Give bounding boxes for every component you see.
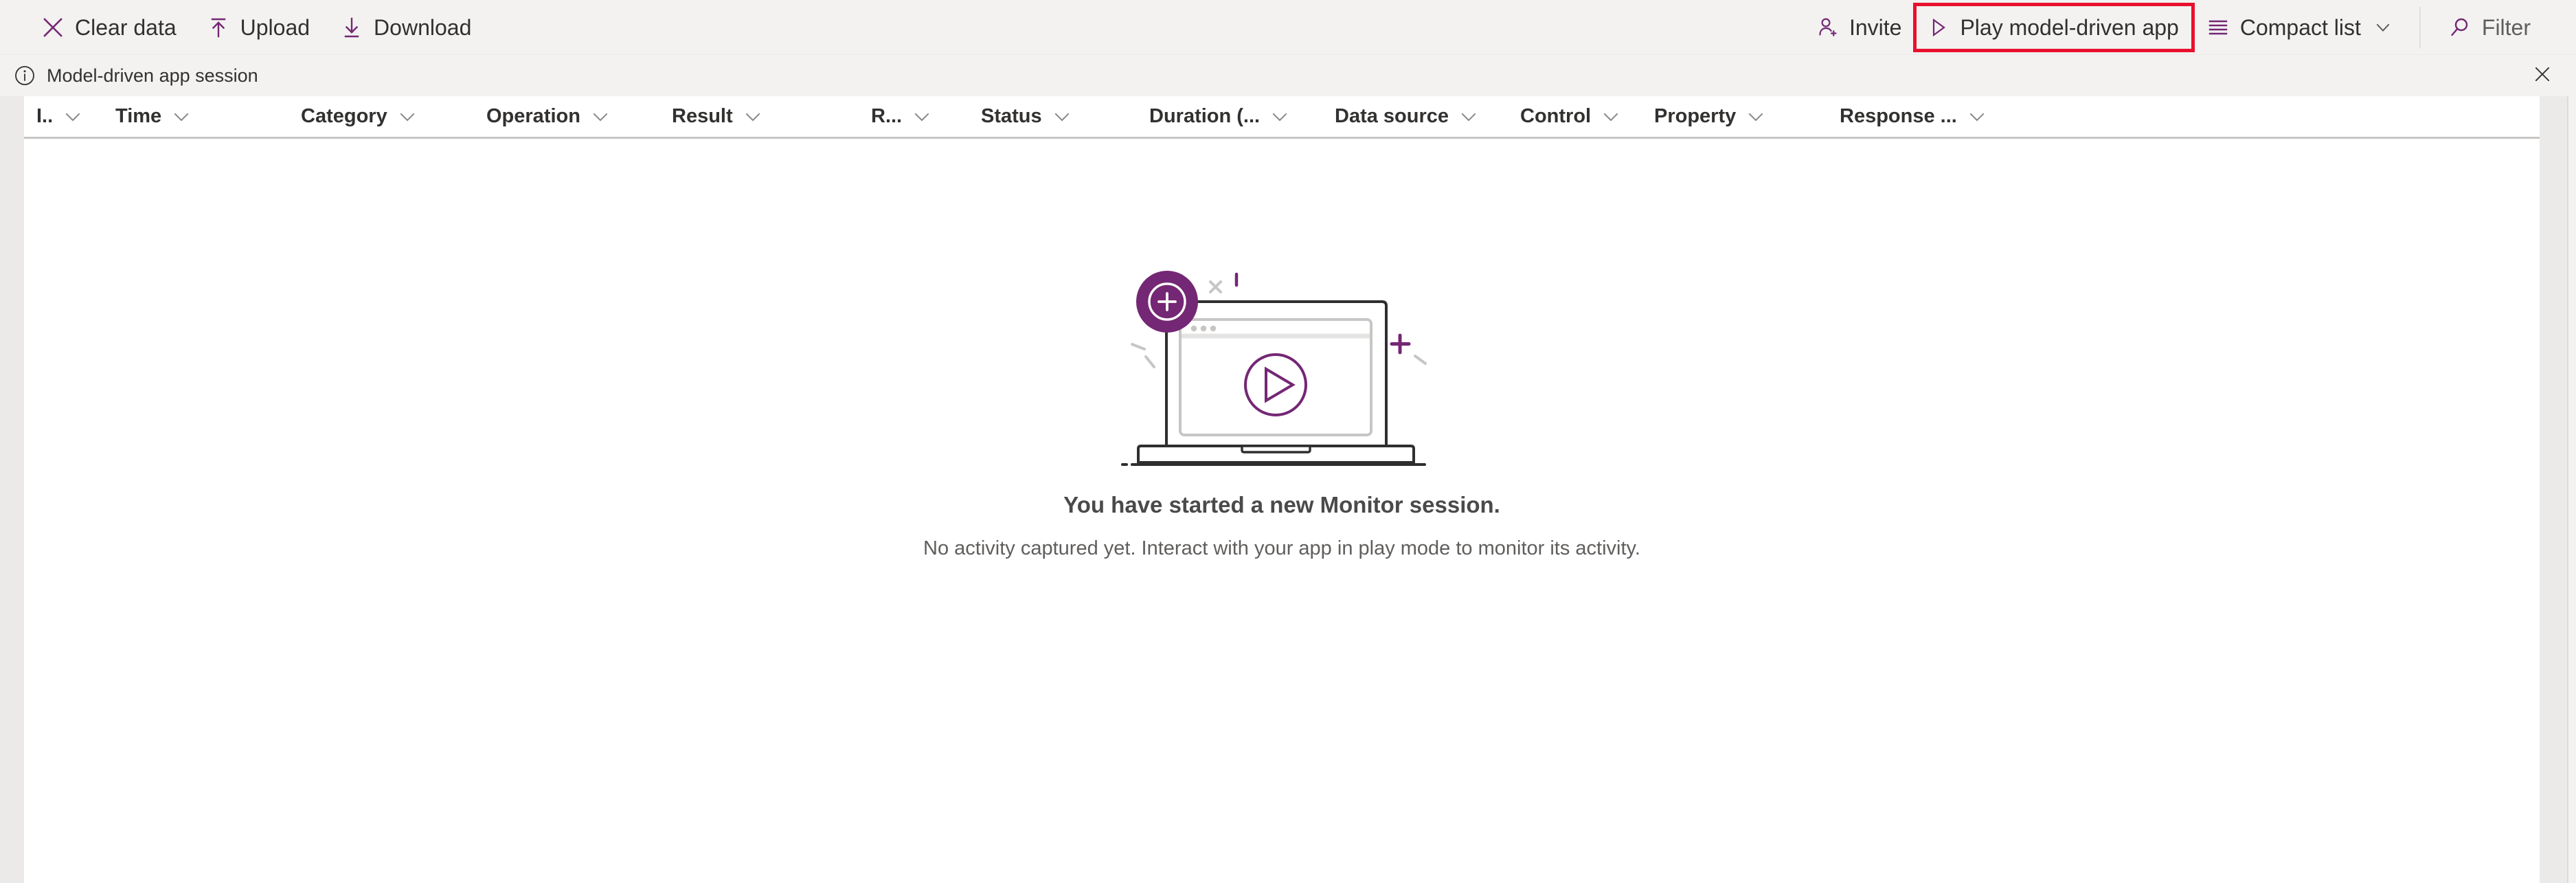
empty-state: You have started a new Monitor session. … bbox=[24, 139, 2540, 883]
grid-column-header[interactable]: Status bbox=[969, 96, 1137, 138]
command-bar-left-group: Clear data Upload Download bbox=[0, 8, 486, 46]
grid-left-gutter bbox=[0, 96, 24, 883]
grid-column-header-label: Control bbox=[1520, 105, 1592, 127]
session-info-bar: Model-driven app session bbox=[0, 54, 2576, 96]
clear-data-icon bbox=[41, 16, 65, 39]
monitor-app-window: Clear data Upload Download Invite Play m… bbox=[0, 0, 2576, 883]
grid-column-header-label: I.. bbox=[36, 105, 54, 127]
grid-column-header[interactable]: R... bbox=[859, 96, 969, 138]
grid-right-edge-strip bbox=[2567, 96, 2576, 883]
grid-column-header[interactable]: Data source bbox=[1322, 96, 1508, 138]
play-triangle-icon bbox=[1926, 16, 1950, 39]
download-icon bbox=[340, 16, 363, 39]
chevron-down-icon[interactable] bbox=[1968, 108, 1986, 126]
grid-main-area: I.. Time Category Operation Result R... Status… bbox=[24, 96, 2540, 883]
chevron-down-icon[interactable] bbox=[1271, 108, 1289, 126]
grid-column-header[interactable]: I.. bbox=[24, 96, 103, 138]
session-label: Model-driven app session bbox=[47, 65, 258, 86]
info-circle-icon bbox=[11, 62, 38, 89]
toolbar-divider bbox=[2419, 6, 2421, 48]
command-bar: Clear data Upload Download Invite Play m… bbox=[0, 0, 2576, 54]
grid-column-header-label: Data source bbox=[1335, 105, 1449, 127]
grid-column-header-label: Property bbox=[1654, 105, 1737, 127]
filter-label: Filter bbox=[2481, 14, 2531, 40]
command-bar-right-group: Invite Play model-driven app Compact lis… bbox=[1800, 0, 2576, 54]
empty-state-title: You have started a new Monitor session. bbox=[1063, 492, 1500, 517]
list-lines-icon bbox=[2206, 16, 2230, 39]
grid-column-header-label: Duration (... bbox=[1149, 105, 1261, 127]
grid-column-header-label: Response ... bbox=[1840, 105, 1957, 127]
invite-person-add-icon bbox=[1816, 16, 1839, 39]
chevron-down-icon[interactable] bbox=[398, 108, 416, 126]
grid-column-header[interactable]: Duration (... bbox=[1137, 96, 1322, 138]
clear-data-label: Clear data bbox=[75, 14, 177, 40]
search-magnifier-icon bbox=[2448, 16, 2472, 39]
grid-column-header[interactable]: Result bbox=[659, 96, 859, 138]
grid-column-header[interactable]: Time bbox=[103, 96, 289, 138]
download-button[interactable]: Download bbox=[325, 8, 486, 46]
laptop-with-play-button-illustration bbox=[1117, 259, 1447, 479]
activity-grid: I.. Time Category Operation Result R... Status… bbox=[0, 96, 2576, 883]
clear-data-button[interactable]: Clear data bbox=[26, 8, 192, 46]
grid-column-header-label: R... bbox=[871, 105, 903, 127]
grid-column-header[interactable]: Property bbox=[1642, 96, 1827, 138]
upload-button[interactable]: Upload bbox=[192, 8, 325, 46]
chevron-down-icon[interactable] bbox=[1053, 108, 1071, 126]
grid-column-headers: I.. Time Category Operation Result R... Status… bbox=[24, 96, 2540, 139]
grid-column-header-label: Status bbox=[981, 105, 1042, 127]
grid-column-header-label: Operation bbox=[486, 105, 580, 127]
chevron-down-icon[interactable] bbox=[744, 108, 762, 126]
grid-column-header-label: Time bbox=[115, 105, 162, 127]
chevron-down-icon[interactable] bbox=[1747, 108, 1765, 126]
compact-list-label: Compact list bbox=[2239, 14, 2361, 40]
filter-button[interactable]: Filter bbox=[2433, 8, 2546, 46]
grid-right-gutter bbox=[2540, 96, 2567, 883]
chevron-down-icon[interactable] bbox=[591, 108, 609, 126]
grid-column-header[interactable]: Response ... bbox=[1827, 96, 2013, 138]
download-label: Download bbox=[374, 14, 472, 40]
grid-column-header-label: Result bbox=[672, 105, 733, 127]
upload-icon bbox=[207, 16, 230, 39]
grid-column-header-label: Category bbox=[301, 105, 387, 127]
chevron-down-icon[interactable] bbox=[913, 108, 931, 126]
compact-list-button[interactable]: Compact list bbox=[2191, 8, 2407, 46]
upload-label: Upload bbox=[240, 14, 310, 40]
chevron-down-icon bbox=[2374, 19, 2392, 36]
close-session-bar-button[interactable] bbox=[2524, 57, 2561, 94]
close-x-icon bbox=[2532, 64, 2553, 88]
grid-column-header[interactable]: Control bbox=[1508, 96, 1642, 138]
invite-button[interactable]: Invite bbox=[1800, 8, 1917, 46]
invite-label: Invite bbox=[1849, 14, 1902, 40]
grid-column-header[interactable]: Operation bbox=[474, 96, 659, 138]
chevron-down-icon[interactable] bbox=[1602, 108, 1620, 126]
play-model-driven-app-button[interactable]: Play model-driven app bbox=[1913, 2, 2195, 52]
chevron-down-icon[interactable] bbox=[1460, 108, 1478, 126]
chevron-down-icon[interactable] bbox=[172, 108, 190, 126]
grid-column-header[interactable]: Category bbox=[289, 96, 474, 138]
empty-state-subtitle: No activity captured yet. Interact with … bbox=[923, 537, 1640, 559]
chevron-down-icon[interactable] bbox=[64, 108, 82, 126]
play-model-driven-app-label: Play model-driven app bbox=[1960, 14, 2179, 40]
